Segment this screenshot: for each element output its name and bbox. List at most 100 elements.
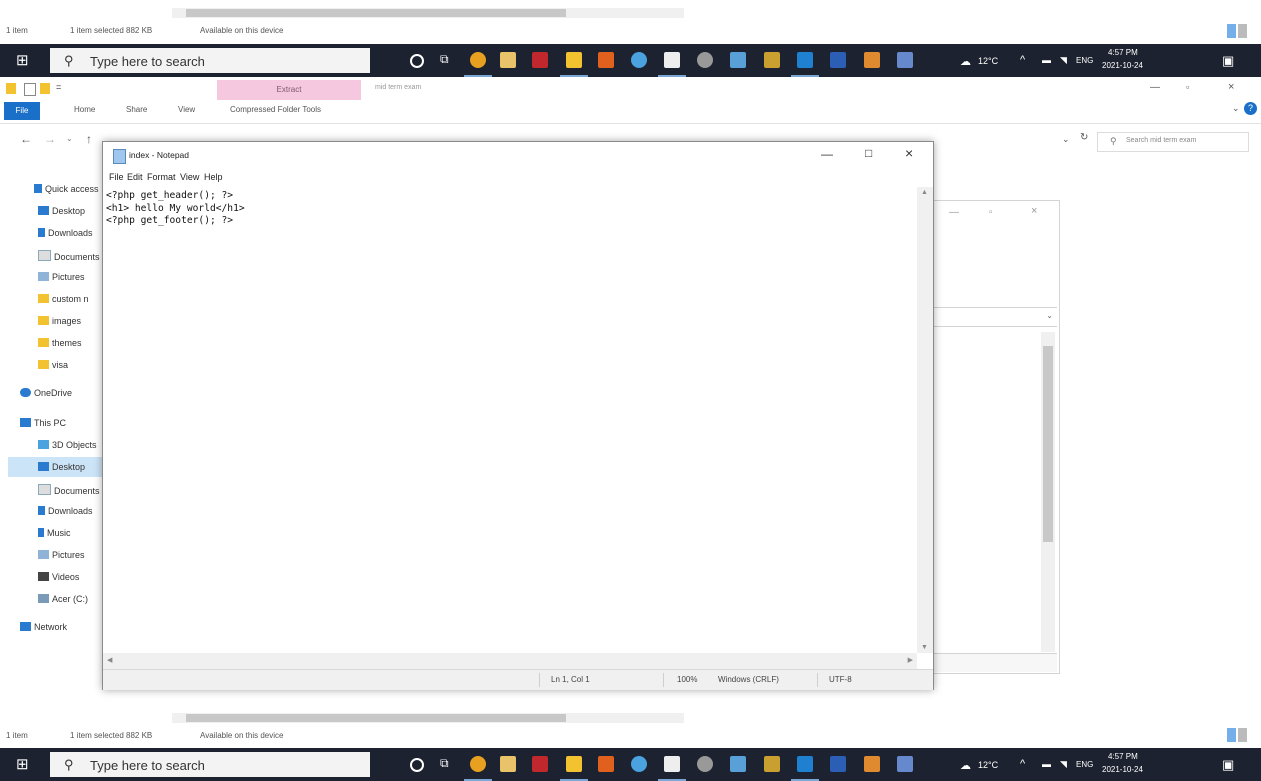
app-ps-icon[interactable]	[797, 756, 813, 772]
app-red-icon[interactable]	[532, 52, 548, 68]
app-red-icon[interactable]	[532, 756, 548, 772]
properties-icon[interactable]	[24, 83, 36, 96]
view-toggle-buttons[interactable]	[1227, 24, 1247, 38]
new-folder-icon[interactable]	[40, 83, 50, 94]
notepad-vscrollbar[interactable]: ▲ ▼	[917, 187, 933, 653]
clock-date[interactable]: 2021-10-24	[1102, 61, 1143, 70]
close-icon[interactable]: ×	[1228, 81, 1234, 93]
nav-pc-desktop[interactable]: Desktop	[38, 462, 85, 472]
address-dropdown-icon[interactable]: ⌄	[1062, 134, 1070, 145]
maximize-icon[interactable]: ▫	[1186, 82, 1189, 92]
extract-context-tab[interactable]: Extract	[217, 80, 361, 100]
nav-downloads[interactable]: Downloads	[38, 228, 93, 238]
up-arrow-icon[interactable]: ↑	[86, 132, 92, 146]
nav-drive-c[interactable]: Acer (C:)	[38, 594, 88, 604]
bottom-hscrollbar[interactable]	[172, 713, 684, 723]
app-blue-icon[interactable]	[730, 52, 746, 68]
details-view-icon[interactable]	[1227, 728, 1236, 742]
menu-format[interactable]: Format	[147, 172, 176, 182]
tiles-view-icon[interactable]	[1238, 728, 1247, 742]
nav-quick-access[interactable]: Quick access	[34, 184, 99, 194]
taskbar-search-box[interactable]: ⚲ Type here to search	[50, 48, 370, 73]
battery-icon[interactable]: ▬	[1042, 55, 1051, 65]
help-icon[interactable]: ?	[1244, 102, 1257, 115]
word-icon[interactable]	[830, 52, 846, 68]
nav-themes-folder[interactable]: themes	[38, 338, 82, 348]
scroll-right-icon[interactable]: ▶	[908, 656, 913, 664]
document-icon[interactable]	[664, 52, 680, 68]
app-orange-icon[interactable]	[864, 756, 880, 772]
weather-text[interactable]: 12°C	[978, 56, 998, 66]
details-view-icon[interactable]	[1227, 24, 1236, 38]
refresh-icon[interactable]: ↻	[1080, 132, 1088, 143]
notifications-icon[interactable]: ▣	[1222, 53, 1234, 69]
app-purple-icon[interactable]	[897, 756, 913, 772]
chevron-up-icon[interactable]: ^	[1020, 758, 1025, 770]
chrome-icon[interactable]	[470, 756, 486, 772]
office-icon[interactable]	[598, 756, 614, 772]
menu-file[interactable]: File	[109, 172, 124, 182]
office-icon[interactable]	[598, 52, 614, 68]
nav-network[interactable]: Network	[20, 622, 67, 632]
tab-share[interactable]: Share	[126, 105, 147, 114]
nav-pc-documents[interactable]: Documents	[38, 484, 100, 496]
nav-documents[interactable]: Documents	[38, 250, 100, 262]
notifications-icon[interactable]: ▣	[1222, 757, 1234, 773]
windows-start-icon[interactable]: ⊞	[16, 757, 32, 773]
nav-onedrive[interactable]: OneDrive	[20, 388, 72, 398]
notepad-content[interactable]: <?php get_header(); ?> <h1> hello My wor…	[106, 190, 245, 228]
language-indicator[interactable]: ENG	[1076, 760, 1093, 769]
nav-pc-pictures[interactable]: Pictures	[38, 550, 85, 560]
top-hscrollbar-thumb[interactable]	[186, 9, 566, 17]
view-toggle-buttons[interactable]	[1227, 728, 1247, 742]
nav-music[interactable]: Music	[38, 528, 71, 538]
settings-app-icon[interactable]	[697, 52, 713, 68]
clock-date[interactable]: 2021-10-24	[1102, 765, 1143, 774]
menu-edit[interactable]: Edit	[127, 172, 143, 182]
chrome-2-icon[interactable]	[631, 756, 647, 772]
taskbar-search-box[interactable]: ⚲ Type here to search	[50, 752, 370, 777]
chevron-up-icon[interactable]: ^	[1020, 54, 1025, 66]
battery-icon[interactable]: ▬	[1042, 759, 1051, 769]
ribbon-expand-icon[interactable]: ⌄	[1232, 103, 1240, 114]
nav-pc-downloads[interactable]: Downloads	[38, 506, 93, 516]
nav-3d-objects[interactable]: 3D Objects	[38, 440, 97, 450]
minimize-icon[interactable]: —	[1150, 82, 1160, 93]
explorer-search-input[interactable]: ⚲ Search mid term exam	[1097, 132, 1249, 152]
language-indicator[interactable]: ENG	[1076, 56, 1093, 65]
notepad-hscrollbar[interactable]: ◀ ▶	[103, 653, 917, 669]
windows-start-icon[interactable]: ⊞	[16, 53, 32, 69]
background-vscrollbar-thumb[interactable]	[1043, 346, 1053, 542]
nav-this-pc[interactable]: This PC	[20, 418, 66, 428]
document-icon[interactable]	[664, 756, 680, 772]
nav-visa-folder[interactable]: visa	[38, 360, 68, 370]
chrome-2-icon[interactable]	[631, 52, 647, 68]
qat-dropdown-icon[interactable]: =	[56, 82, 61, 92]
menu-help[interactable]: Help	[204, 172, 223, 182]
tab-file[interactable]: File	[4, 102, 40, 120]
tiles-view-icon[interactable]	[1238, 24, 1247, 38]
back-arrow-icon[interactable]: ←	[20, 132, 32, 146]
nav-pictures[interactable]: Pictures	[38, 272, 85, 282]
chrome-icon[interactable]	[470, 52, 486, 68]
close-icon[interactable]: ×	[905, 145, 913, 161]
tab-compressed-folder-tools[interactable]: Compressed Folder Tools	[230, 105, 321, 114]
clock-time[interactable]: 4:57 PM	[1108, 752, 1138, 761]
app-yellow-icon[interactable]	[764, 52, 780, 68]
nav-desktop[interactable]: Desktop	[38, 206, 85, 216]
file-explorer-icon[interactable]	[566, 52, 582, 68]
task-view-icon[interactable]: ⧉	[440, 756, 456, 772]
file-explorer-icon[interactable]	[566, 756, 582, 772]
menu-view[interactable]: View	[180, 172, 199, 182]
notepad-text-area[interactable]: <?php get_header(); ?> <h1> hello My wor…	[103, 187, 917, 653]
notepad-title-bar[interactable]: index - Notepad — □ ×	[103, 142, 933, 169]
app-ps-icon[interactable]	[797, 52, 813, 68]
maximize-icon[interactable]: ▫	[989, 207, 993, 218]
maximize-icon[interactable]: □	[865, 146, 872, 160]
forward-arrow-icon[interactable]: →	[44, 132, 56, 146]
settings-app-icon[interactable]	[697, 756, 713, 772]
app-purple-icon[interactable]	[897, 52, 913, 68]
nav-images-folder[interactable]: images	[38, 316, 81, 326]
top-hscrollbar[interactable]	[172, 8, 684, 18]
wifi-icon[interactable]: ◥	[1060, 55, 1067, 66]
